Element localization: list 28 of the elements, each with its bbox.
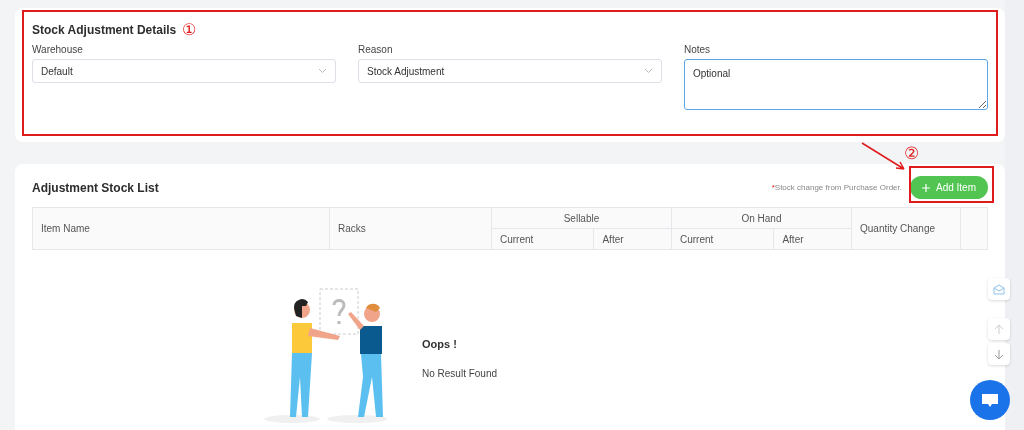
field-label: Warehouse	[32, 44, 84, 55]
column-header: Quantity Change	[851, 207, 961, 250]
plus-icon	[921, 183, 930, 192]
arrow-up-icon	[994, 323, 1004, 335]
field-label: Notes	[684, 44, 712, 55]
arrow-down-icon	[994, 348, 1004, 360]
empty-message: No Result Found	[422, 367, 498, 379]
step-marker: ①	[182, 22, 197, 38]
chat-icon	[981, 392, 999, 408]
select-field[interactable]: Stock Adjustment	[358, 59, 662, 83]
section-title: Stock Adjustment Details	[32, 23, 177, 37]
column-header: On Hand	[671, 207, 852, 229]
select-field[interactable]: Default	[32, 59, 336, 83]
notes-field[interactable]: Optional	[684, 59, 988, 110]
step-marker: ②	[904, 145, 919, 162]
chevron-icon	[318, 68, 327, 74]
scroll-up-button[interactable]	[988, 318, 1010, 340]
section-title: Adjustment Stock List	[32, 180, 159, 195]
footnote: *Stock change from Purchase Order.	[771, 183, 902, 192]
chevron-icon	[644, 68, 653, 74]
column-header: Racks	[329, 207, 492, 250]
column-header: Sellable	[491, 207, 672, 229]
mail-button[interactable]	[988, 278, 1010, 300]
column-header: Item Name	[32, 207, 330, 250]
mail-icon	[993, 283, 1005, 295]
scroll-down-button[interactable]	[988, 343, 1010, 365]
empty-title: Oops !	[422, 337, 458, 350]
field-label: Reason	[358, 44, 394, 55]
